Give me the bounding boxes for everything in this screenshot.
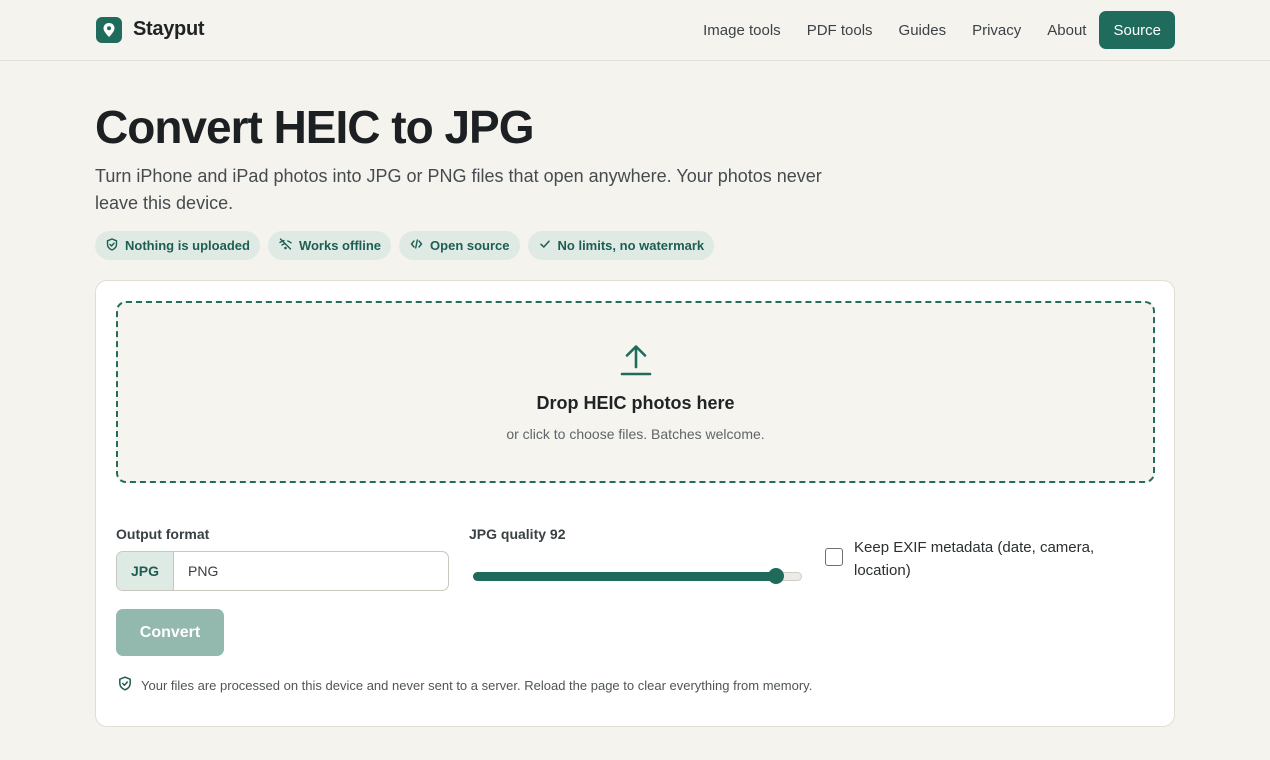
output-format-label: Output format: [116, 526, 210, 542]
page-subtitle: Turn iPhone and iPad photos into JPG or …: [95, 166, 822, 213]
check-icon: [539, 238, 551, 253]
brand-logo-link[interactable]: Stayput: [96, 16, 205, 43]
quality-slider[interactable]: [471, 566, 804, 586]
keep-exif-checkbox[interactable]: [825, 548, 843, 566]
format-option-png[interactable]: PNG: [174, 552, 232, 590]
badge-open-source: Open source: [399, 231, 520, 260]
badge-label: Open source: [430, 238, 510, 253]
badge-nothing-uploaded: Nothing is uploaded: [95, 231, 260, 260]
nav-privacy[interactable]: Privacy: [959, 22, 1034, 39]
dropzone-subtitle: or click to choose files. Batches welcom…: [506, 426, 765, 442]
privacy-note: Your files are processed on this device …: [118, 676, 812, 694]
code-icon: [410, 238, 423, 253]
nav-image-tools[interactable]: Image tools: [690, 22, 794, 39]
nav-guides[interactable]: Guides: [886, 22, 960, 39]
quality-label: JPG quality 92: [469, 526, 566, 542]
convert-button[interactable]: Convert: [116, 609, 224, 656]
output-format-toggle: JPG PNG: [116, 551, 449, 591]
slider-fill: [473, 572, 776, 581]
main-nav: Image tools PDF tools Guides Privacy Abo…: [690, 11, 1175, 49]
feature-badges: Nothing is uploaded Works offline Open s…: [95, 231, 715, 260]
badge-label: Nothing is uploaded: [125, 238, 250, 253]
source-button[interactable]: Source: [1099, 11, 1175, 49]
badge-label: Works offline: [298, 238, 382, 253]
top-nav-bar: Stayput Image tools PDF tools Guides Pri…: [0, 0, 1270, 61]
location-pin-icon: [96, 16, 122, 43]
badge-label: No limits, no watermark: [557, 238, 705, 253]
nav-about[interactable]: About: [1034, 22, 1099, 39]
page-title: Convert HEIC to JPG: [95, 101, 535, 153]
dropzone-title: Drop HEIC photos here: [536, 393, 735, 413]
badge-works-offline: Works offline: [267, 231, 392, 260]
upload-icon: [619, 343, 653, 382]
format-option-jpg[interactable]: JPG: [117, 552, 175, 590]
keep-exif-label[interactable]: Keep EXIF metadata (date, camera, locati…: [854, 536, 1134, 582]
file-dropzone[interactable]: Drop HEIC photos here or click to choose…: [116, 301, 1155, 483]
shield-check-icon: [118, 676, 132, 694]
slider-thumb[interactable]: [768, 568, 784, 584]
nav-pdf-tools[interactable]: PDF tools: [794, 22, 886, 39]
wifi-off-icon: [279, 238, 292, 253]
privacy-note-text: Your files are processed on this device …: [141, 677, 813, 693]
brand-name: Stayput: [133, 18, 205, 40]
badge-no-limits: No limits, no watermark: [527, 231, 715, 260]
shield-check-icon: [106, 237, 118, 254]
converter-card: Drop HEIC photos here or click to choose…: [95, 280, 1175, 727]
